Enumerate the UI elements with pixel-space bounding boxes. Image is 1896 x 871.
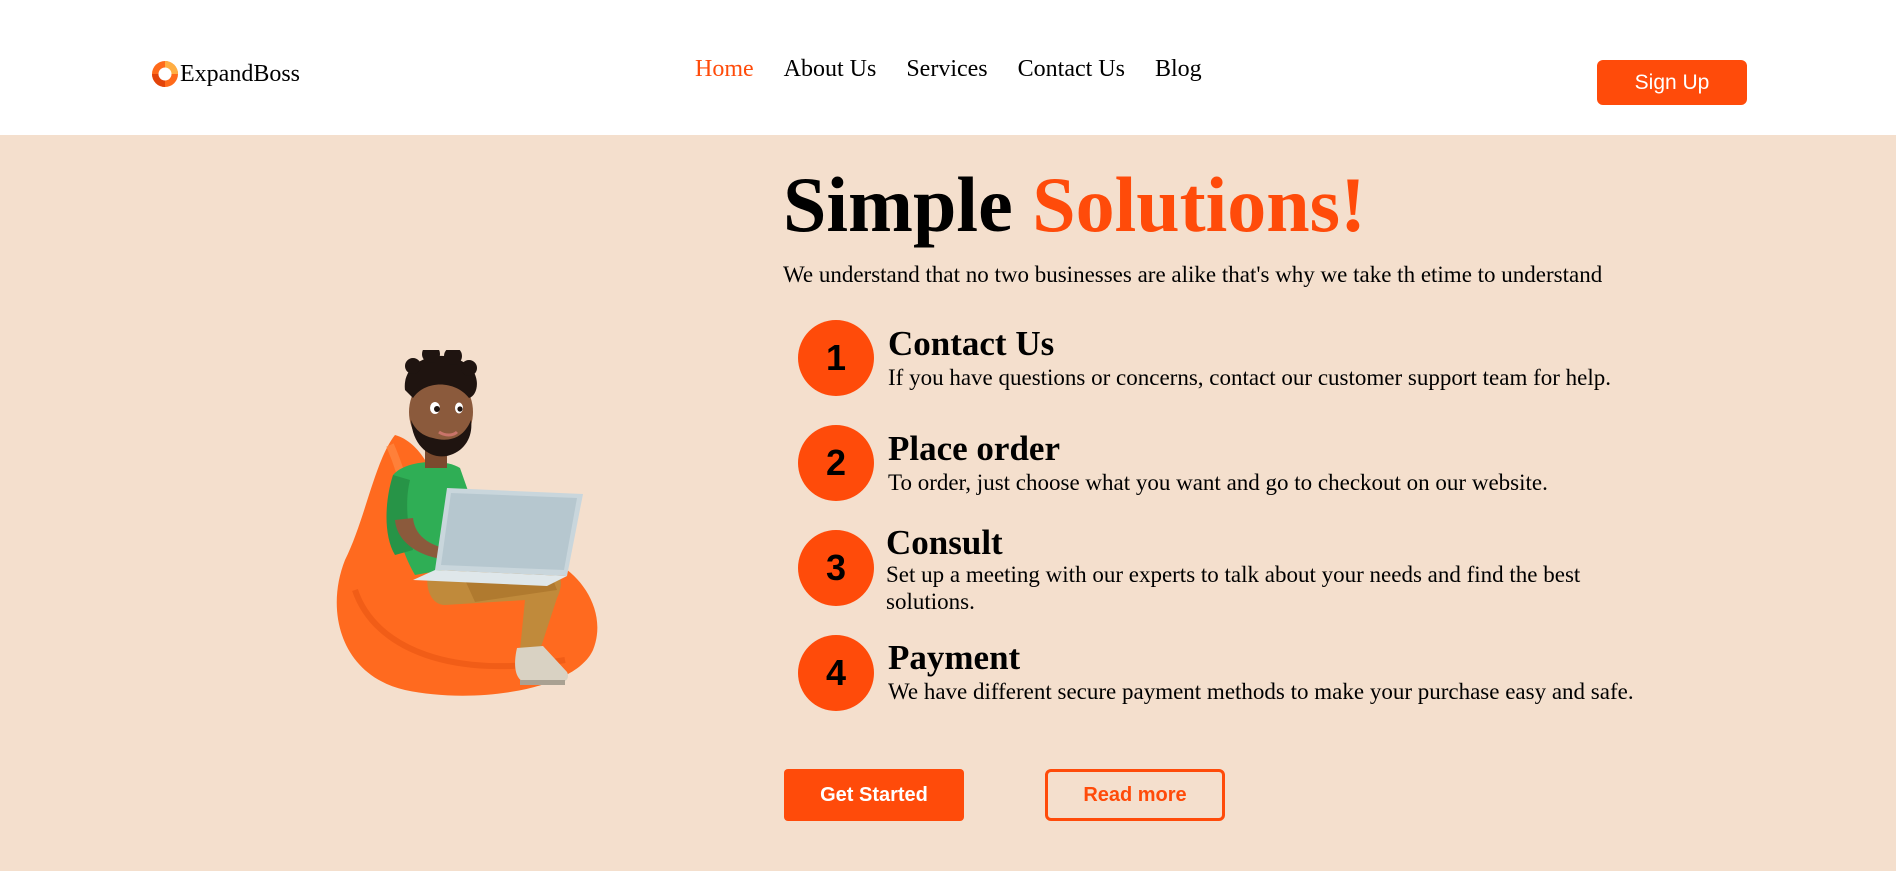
nav-item-blog[interactable]: Blog [1155, 56, 1202, 83]
nav-item-contact-us[interactable]: Contact Us [1018, 56, 1125, 83]
step-contact-us: 1 Contact Us If you have questions or co… [798, 320, 1698, 400]
brand-logo[interactable]: ExpandBoss [150, 58, 300, 90]
hero-title: Simple Solutions! [783, 160, 1366, 250]
step-place-order: 2 Place order To order, just choose what… [798, 425, 1698, 505]
read-more-button[interactable]: Read more [1045, 769, 1225, 821]
hero-subtitle: We understand that no two businesses are… [783, 262, 1603, 287]
sign-up-button[interactable]: Sign Up [1597, 60, 1747, 105]
step-number-badge: 2 [798, 425, 874, 501]
main-nav: Home About Us Services Contact Us Blog [695, 56, 1202, 83]
step-description: If you have questions or concerns, conta… [888, 365, 1612, 390]
step-number-badge: 1 [798, 320, 874, 396]
step-title: Contact Us [888, 324, 1055, 363]
nav-item-about-us[interactable]: About Us [784, 56, 877, 83]
man-on-beanbag-with-laptop-illustration [336, 350, 598, 696]
step-description: Set up a meeting with our experts to tal… [886, 562, 1581, 614]
step-title: Place order [888, 429, 1060, 468]
step-description: We have different secure payment methods… [888, 679, 1634, 704]
step-description: To order, just choose what you want and … [888, 470, 1548, 495]
brand-name: ExpandBoss [180, 60, 300, 87]
nav-item-services[interactable]: Services [906, 56, 987, 83]
step-consult: 3 Consult Set up a meeting with our expe… [798, 523, 1698, 625]
step-title: Consult [886, 523, 1003, 562]
hero-title-main: Simple [783, 161, 1013, 248]
nav-item-home[interactable]: Home [695, 56, 754, 83]
get-started-button[interactable]: Get Started [784, 769, 964, 821]
step-title: Payment [888, 638, 1021, 677]
step-number-badge: 4 [798, 635, 874, 711]
step-payment: 4 Payment We have different secure payme… [798, 635, 1698, 715]
step-number-badge: 3 [798, 530, 874, 606]
site-header: ExpandBoss Home About Us Services Contac… [0, 0, 1896, 135]
expandboss-logo-icon [152, 61, 178, 87]
hero-title-accent: Solutions! [1032, 161, 1366, 248]
